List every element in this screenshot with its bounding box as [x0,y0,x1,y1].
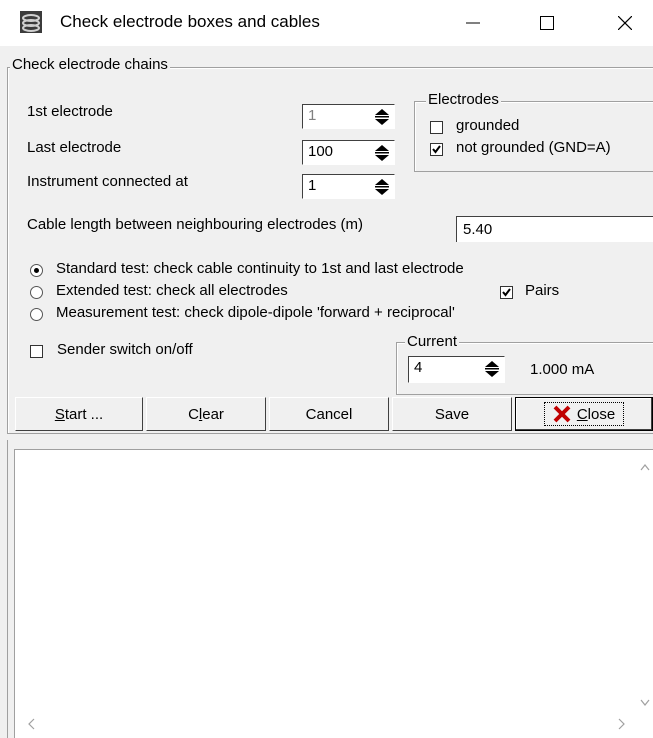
scroll-right-icon[interactable] [618,717,626,734]
minimize-icon [466,22,480,24]
start-button[interactable]: Start ... [15,397,143,431]
measurement-test-radio[interactable] [30,308,43,321]
minimize-button[interactable] [448,0,498,46]
spin-arrows-icon[interactable] [372,143,392,162]
save-button-label: Save [434,405,470,423]
start-button-label: Start ... [54,405,104,423]
save-button[interactable]: Save [392,397,512,431]
checkmark-icon [502,288,511,297]
first-electrode-spinbox[interactable]: 1 [302,104,395,129]
scroll-up-icon[interactable] [640,458,650,475]
scroll-left-icon[interactable] [27,717,35,734]
grounded-label: grounded [456,117,520,134]
maximize-icon [540,16,554,30]
last-electrode-value: 100 [308,143,334,160]
close-button-label: Close [576,405,616,423]
close-button[interactable]: Close [515,397,653,431]
measurement-test-label: Measurement test: check dipole-dipole 'f… [56,304,455,321]
title-bar: Check electrode boxes and cables [0,0,653,46]
clear-button[interactable]: Clear [146,397,266,431]
extended-test-label: Extended test: check all electrodes [56,282,288,299]
cable-length-input[interactable]: 5.40 [456,216,653,242]
first-electrode-label: 1st electrode [27,103,113,120]
standard-test-label: Standard test: check cable continuity to… [56,260,464,277]
cable-length-label: Cable length between neighbouring electr… [27,216,364,233]
clear-button-label: Clear [188,405,224,423]
electrodes-legend: Electrodes [426,91,501,108]
spin-arrows-icon[interactable] [482,359,502,378]
sender-switch-label: Sender switch on/off [57,341,193,358]
maximize-button[interactable] [522,0,572,46]
cancel-button-label: Cancel [305,405,353,423]
scroll-down-icon[interactable] [640,694,650,711]
left-border [7,440,8,738]
first-electrode-value: 1 [308,107,317,124]
current-value: 4 [414,359,423,376]
current-legend: Current [405,333,460,350]
grounded-checkbox[interactable] [430,121,443,134]
checkmark-icon [432,145,441,154]
cable-length-value: 5.40 [463,221,493,238]
cancel-button[interactable]: Cancel [269,397,389,431]
instrument-spinbox[interactable]: 1 [302,174,395,199]
spin-arrows-icon[interactable] [372,107,392,126]
not-grounded-checkbox[interactable] [430,143,443,156]
instrument-value: 1 [308,177,317,194]
electrode-chains-legend: Check electrode chains [10,56,170,73]
instrument-label: Instrument connected at [27,173,188,190]
last-electrode-label: Last electrode [27,139,122,156]
log-output-area[interactable] [14,449,653,738]
current-display: 1.000 mA [530,361,595,378]
sender-switch-checkbox[interactable] [30,345,43,358]
close-icon [618,16,632,30]
pairs-label: Pairs [525,282,560,299]
extended-test-radio[interactable] [30,286,43,299]
electrode-app-icon [20,11,42,33]
window-close-button[interactable] [600,0,650,46]
last-electrode-spinbox[interactable]: 100 [302,140,395,165]
window-title: Check electrode boxes and cables [60,12,320,31]
current-spinbox[interactable]: 4 [408,356,505,383]
standard-test-radio[interactable] [30,264,43,277]
not-grounded-label: not grounded (GND=A) [456,139,611,156]
spin-arrows-icon[interactable] [372,177,392,196]
electrodes-group [414,101,653,172]
red-x-icon [553,405,571,423]
pairs-checkbox[interactable] [500,286,513,299]
